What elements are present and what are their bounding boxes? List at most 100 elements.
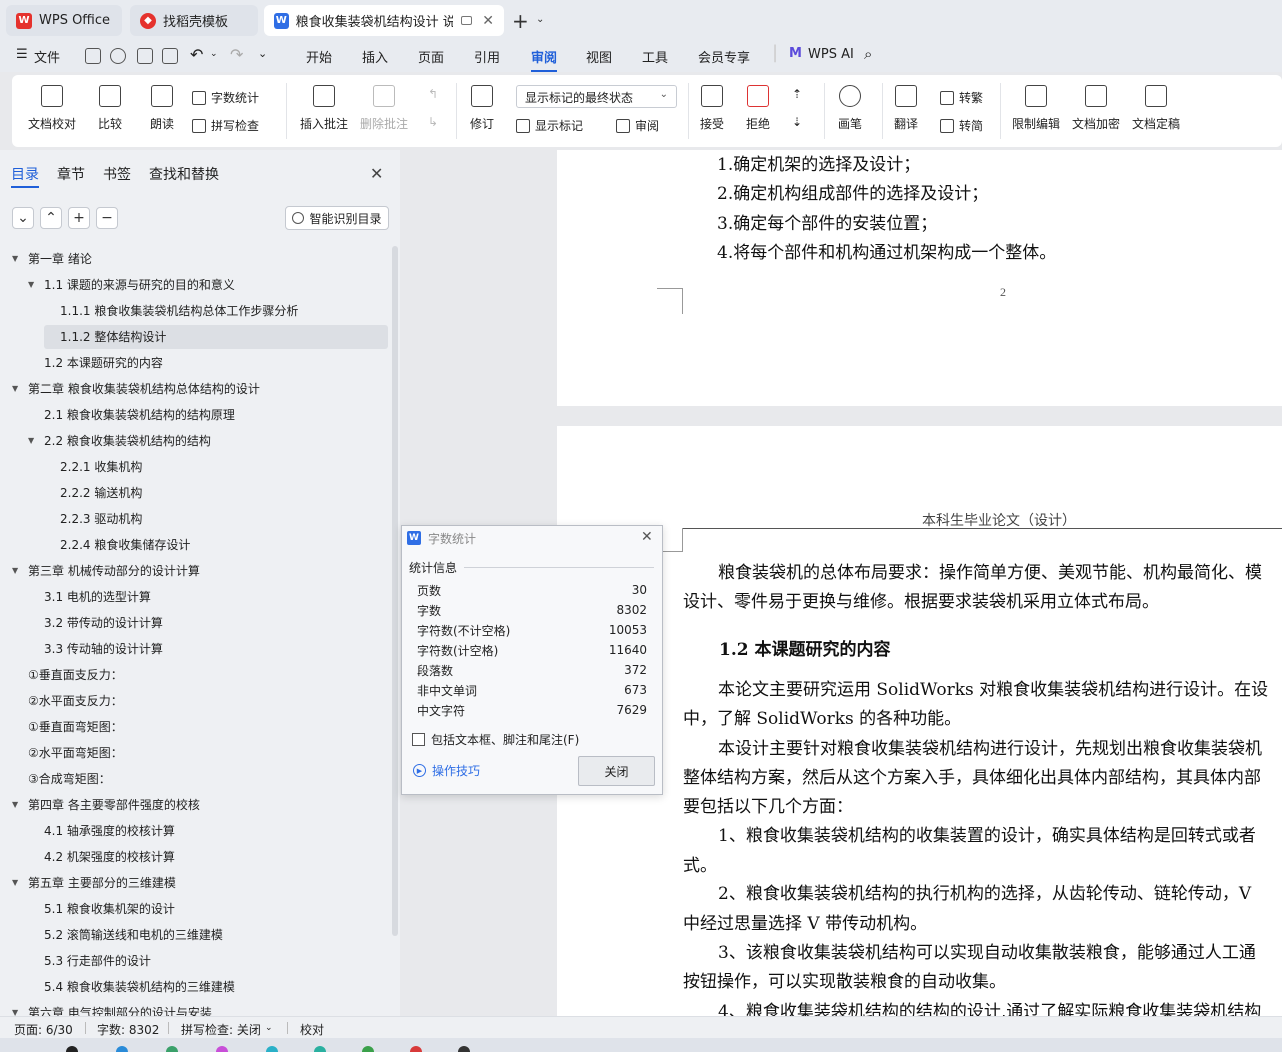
doc-check-button[interactable]: 文档校对	[28, 85, 76, 132]
taskbar-app-icon[interactable]	[66, 1046, 78, 1052]
tab-wps-office[interactable]: W WPS Office	[6, 5, 122, 36]
expand-triangle-icon[interactable]: ▼	[12, 566, 22, 575]
close-button[interactable]: 关闭	[578, 756, 655, 786]
menu-tools[interactable]: 工具	[642, 47, 668, 66]
taskbar-app-icon[interactable]	[362, 1046, 374, 1052]
menu-wps-ai[interactable]: WPS AI	[808, 47, 854, 62]
translate-button[interactable]: 翻译	[894, 85, 918, 132]
more-chevron-icon[interactable]: ⌄	[258, 47, 267, 60]
next-comment-icon[interactable]: ↳	[428, 115, 438, 129]
menu-references[interactable]: 引用	[474, 47, 500, 66]
toc-item[interactable]: 2.2.4 粮食收集储存设计	[44, 532, 190, 556]
taskbar-app-icon[interactable]	[410, 1046, 422, 1052]
save-icon[interactable]	[85, 48, 101, 64]
expand-triangle-icon[interactable]: ▼	[28, 436, 38, 445]
toc-item[interactable]: 3.2 带传动的设计计算	[28, 610, 163, 634]
toc-item[interactable]: ①垂直面弯矩图：	[12, 714, 123, 738]
toc-item[interactable]: ▼ 第五章 主要部分的三维建模	[12, 870, 176, 894]
close-icon[interactable]: ✕	[370, 164, 383, 183]
toc-item[interactable]: 5.4 粮食收集装袋机结构的三维建模	[28, 974, 235, 998]
delete-comment-button[interactable]: 删除批注	[360, 85, 408, 132]
device-icon[interactable]	[461, 16, 473, 25]
dialog-title-bar[interactable]: W 字数统计	[402, 526, 662, 550]
toc-item[interactable]: 3.3 传动轴的设计计算	[28, 636, 163, 660]
toc-item[interactable]: 1.1.1 粮食收集装袋机结构总体工作步骤分析	[44, 298, 298, 322]
search-icon[interactable]: ⌕	[864, 45, 872, 63]
toc-item[interactable]: 2.2.2 输送机构	[44, 480, 142, 504]
toc-item[interactable]: ③合成弯矩图：	[12, 766, 111, 790]
redo-icon[interactable]: ↷	[230, 45, 243, 64]
track-changes-button[interactable]: 修订	[470, 85, 494, 132]
taskbar-app-icon[interactable]	[314, 1046, 326, 1052]
status-page[interactable]: 页面: 6/30	[14, 1021, 73, 1038]
hamburger-icon[interactable]: ☰	[16, 47, 28, 62]
toc-item[interactable]: 5.2 滚筒输送线和电机的三维建模	[28, 922, 223, 946]
taskbar-app-icon[interactable]	[266, 1046, 278, 1052]
to-simplified-button[interactable]: 转简	[940, 117, 983, 134]
export-icon[interactable]	[110, 48, 126, 64]
toc-item[interactable]: ▼ 第二章 粮食收集装袋机结构总体结构的设计	[12, 376, 260, 400]
toc-item[interactable]: 2.1 粮食收集装袋机结构的结构原理	[28, 402, 235, 426]
move-up-button[interactable]: ⌃	[40, 207, 62, 229]
tab-docer-templates[interactable]: ◆ 找稻壳模板	[130, 5, 258, 36]
tips-link[interactable]: ▶ 操作技巧	[413, 762, 480, 779]
expand-triangle-icon[interactable]: ▼	[28, 280, 38, 289]
toc-item[interactable]: ▼ 第四章 各主要零部件强度的校核	[12, 792, 200, 816]
compare-button[interactable]: 比较	[98, 85, 122, 132]
status-spell[interactable]: 拼写检查: 关闭	[181, 1021, 261, 1038]
reject-button[interactable]: 拒绝	[746, 85, 770, 132]
undo-icon[interactable]: ↶	[190, 45, 203, 64]
new-tab-icon[interactable]: +	[512, 9, 529, 33]
taskbar-app-icon[interactable]	[458, 1046, 470, 1052]
chevron-down-icon[interactable]: ⌄	[536, 14, 544, 25]
close-icon[interactable]: ✕	[641, 529, 653, 545]
nav-tab-toc[interactable]: 目录	[11, 164, 39, 184]
toc-item[interactable]: ▼ 2.2 粮食收集装袋机结构的结构	[28, 428, 211, 452]
word-count-button[interactable]: 字数统计	[192, 89, 259, 106]
read-aloud-button[interactable]: 朗读	[150, 85, 174, 132]
spell-check-button[interactable]: 拼写检查	[192, 117, 259, 134]
toc-item[interactable]: ▼ 第一章 绪论	[12, 246, 92, 270]
review-pane-button[interactable]: 审阅	[616, 117, 659, 134]
add-heading-button[interactable]: +	[68, 207, 90, 229]
to-traditional-button[interactable]: 转繁	[940, 89, 983, 106]
markup-state-select[interactable]: 显示标记的最终状态 ⌄	[516, 85, 677, 108]
collapse-down-button[interactable]: ⌄	[12, 207, 34, 229]
menu-view[interactable]: 视图	[586, 47, 612, 66]
pen-button[interactable]: 画笔	[838, 85, 862, 132]
toc-item[interactable]: ②水平面弯矩图：	[12, 740, 123, 764]
toc-item[interactable]: 1.1.2 整体结构设计	[44, 324, 166, 348]
taskbar-app-icon[interactable]	[166, 1046, 178, 1052]
toc-item[interactable]: 4.2 机架强度的校核计算	[28, 844, 175, 868]
next-change-icon[interactable]: ⇣	[792, 115, 802, 129]
expand-triangle-icon[interactable]: ▼	[12, 254, 22, 263]
toc-item[interactable]: ①垂直面支反力：	[12, 662, 123, 686]
menu-home[interactable]: 开始	[306, 47, 332, 66]
smart-toc-button[interactable]: 智能识别目录	[285, 206, 389, 230]
menu-file[interactable]: 文件	[34, 47, 60, 66]
expand-triangle-icon[interactable]: ▼	[12, 878, 22, 887]
insert-comment-button[interactable]: 插入批注	[300, 85, 348, 132]
remove-heading-button[interactable]: −	[96, 207, 118, 229]
nav-tab-chapters[interactable]: 章节	[57, 164, 85, 184]
toc-item[interactable]: ▼ 1.1 课题的来源与研究的目的和意义	[28, 272, 235, 296]
menu-member[interactable]: 会员专享	[698, 47, 750, 66]
nav-scrollbar[interactable]	[392, 246, 398, 936]
taskbar-app-icon[interactable]	[216, 1046, 228, 1052]
menu-page[interactable]: 页面	[418, 47, 444, 66]
toc-item[interactable]: ▼ 第三章 机械传动部分的设计计算	[12, 558, 200, 582]
include-footnotes-checkbox[interactable]: 包括文本框、脚注和尾注(F)	[412, 731, 579, 748]
toc-item[interactable]: 1.2 本课题研究的内容	[28, 350, 163, 374]
taskbar-app-icon[interactable]	[116, 1046, 128, 1052]
prev-change-icon[interactable]: ⇡	[792, 87, 802, 101]
expand-triangle-icon[interactable]: ▼	[12, 800, 22, 809]
menu-review[interactable]: 审阅	[531, 47, 557, 66]
menu-insert[interactable]: 插入	[362, 47, 388, 66]
close-tab-icon[interactable]: ✕	[482, 13, 494, 29]
expand-triangle-icon[interactable]: ▼	[12, 384, 22, 393]
status-proof[interactable]: 校对	[300, 1021, 324, 1038]
doc-encrypt-button[interactable]: 文档加密	[1072, 85, 1120, 132]
toc-item[interactable]: 5.1 粮食收集机架的设计	[28, 896, 175, 920]
toc-item[interactable]: 3.1 电机的选型计算	[28, 584, 151, 608]
print-icon[interactable]	[137, 48, 153, 64]
